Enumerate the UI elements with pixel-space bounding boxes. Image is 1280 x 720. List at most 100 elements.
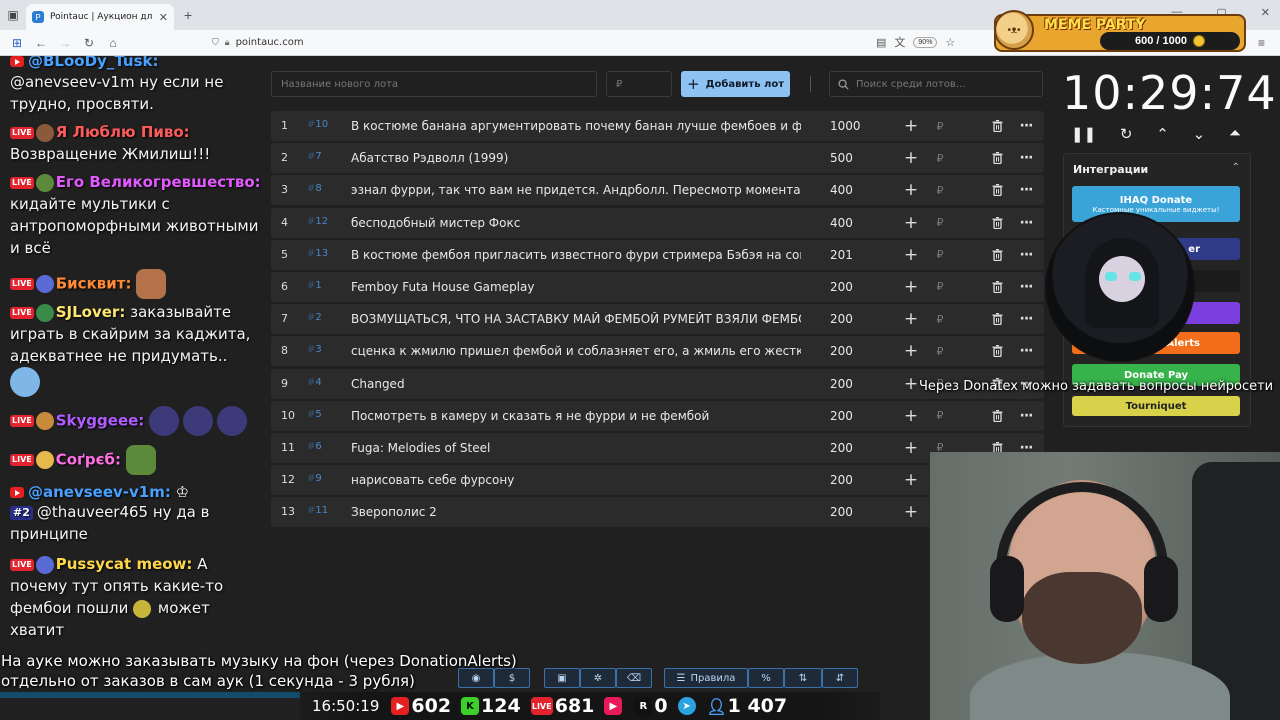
add-amount-icon[interactable]: + [900, 179, 922, 201]
more-options-icon[interactable]: ··· [1015, 405, 1037, 427]
lot-amount[interactable]: 200 [830, 344, 853, 358]
trash-icon[interactable] [986, 276, 1008, 298]
add-amount-icon[interactable]: + [900, 340, 922, 362]
trash-icon[interactable] [986, 212, 1008, 234]
lot-id[interactable]: 7 [307, 151, 321, 162]
lot-row[interactable]: 5 13 В костюме фембоя пригласить известног… [271, 239, 1044, 270]
ruble-icon[interactable]: ₽ [929, 115, 951, 137]
add-amount-icon[interactable]: + [900, 437, 922, 459]
more-options-icon[interactable]: ··· [1015, 147, 1037, 169]
forward-icon[interactable]: → [56, 34, 74, 52]
trash-icon[interactable] [986, 308, 1008, 330]
lot-id[interactable]: 3 [307, 344, 321, 355]
more-options-icon[interactable]: ··· [1015, 179, 1037, 201]
chevron-down-icon[interactable]: ⌄ [1193, 125, 1206, 143]
more-options-icon[interactable]: ··· [1015, 308, 1037, 330]
lot-name[interactable]: нарисовать себе фурсону [351, 473, 801, 487]
more-options-icon[interactable]: ··· [1015, 212, 1037, 234]
lot-id[interactable]: 11 [307, 505, 328, 516]
save-button[interactable]: ▣ [544, 668, 580, 688]
lot-name[interactable]: Зверополис 2 [351, 505, 801, 519]
lot-amount[interactable]: 500 [830, 151, 853, 165]
browser-tab[interactable]: P Pointauc | Аукцион для стримеров ✕ [26, 4, 174, 30]
collapse-chevron-icon[interactable]: ⌃ [1232, 162, 1240, 173]
donate-button[interactable]: $ [494, 668, 530, 688]
lot-amount[interactable]: 201 [830, 248, 853, 262]
lot-id[interactable]: 6 [307, 441, 321, 452]
trash-icon[interactable] [986, 147, 1008, 169]
lot-name[interactable]: Fuga: Melodies of Steel [351, 441, 801, 455]
back-icon[interactable]: ← [32, 34, 50, 52]
lot-amount[interactable]: 400 [830, 183, 853, 197]
reset-icon[interactable]: ↻ [1120, 125, 1133, 143]
lot-row[interactable]: 6 1 Femboy Futa House Gameplay 200 + ₽ ··· [271, 271, 1044, 302]
lot-amount[interactable]: 200 [830, 441, 853, 455]
trash-icon[interactable] [986, 115, 1008, 137]
lot-amount[interactable]: 200 [830, 280, 853, 294]
sort-button[interactable]: ⇵ [822, 668, 858, 688]
integration-button[interactable]: Tourniquet [1072, 396, 1240, 416]
chevron-up-icon[interactable]: ⌃ [1156, 125, 1169, 143]
extensions-icon[interactable]: ⊞ [8, 34, 26, 52]
ruble-icon[interactable]: ₽ [929, 340, 951, 362]
more-options-icon[interactable]: ··· [1015, 340, 1037, 362]
translate-icon[interactable]: 文 [894, 34, 905, 50]
reader-icon[interactable]: ▤ [876, 36, 886, 49]
lot-name[interactable]: ВОЗМУЩАТЬСЯ, ЧТО НА ЗАСТАВКУ МАЙ ФЕМБОЙ … [351, 312, 801, 326]
github-button[interactable]: ◉ [458, 668, 494, 688]
add-amount-icon[interactable]: + [900, 405, 922, 427]
split-button[interactable]: ⇅ [784, 668, 822, 688]
reload-icon[interactable]: ↻ [80, 34, 98, 52]
lot-name[interactable]: эзнал фурри, так что вам не придется. Ан… [351, 183, 801, 197]
add-amount-icon[interactable]: + [900, 276, 922, 298]
ruble-icon[interactable]: ₽ [929, 147, 951, 169]
lot-name[interactable]: бесподобный мистер Фокс [351, 216, 801, 230]
browser-menu-icon[interactable]: ≡ [1258, 36, 1265, 50]
trash-icon[interactable] [986, 405, 1008, 427]
lot-name[interactable]: Абатство Рэдволл (1999) [351, 151, 801, 165]
lot-id[interactable]: 10 [307, 119, 328, 130]
lot-amount[interactable]: 400 [830, 216, 853, 230]
lot-amount[interactable]: 200 [830, 377, 853, 391]
lot-row[interactable]: 12 9 нарисовать себе фурсону 200 + [271, 465, 1044, 496]
close-tab-icon[interactable]: ✕ [159, 11, 168, 24]
lot-name[interactable]: сценка к жмилю пришел фембой и соблазняе… [351, 344, 801, 358]
lot-row[interactable]: 10 5 Посмотреть в камеру и сказать я не фу… [271, 400, 1044, 431]
trash-icon[interactable] [986, 244, 1008, 266]
lot-amount[interactable]: 200 [830, 409, 853, 423]
rules-button[interactable]: ☰ Правила [664, 668, 748, 688]
lot-id[interactable]: 13 [307, 248, 328, 259]
ruble-icon[interactable]: ₽ [929, 179, 951, 201]
add-amount-icon[interactable]: + [900, 501, 922, 523]
lot-id[interactable]: 12 [307, 216, 328, 227]
lot-name[interactable]: В костюме фембоя пригласить известного ф… [351, 248, 801, 262]
lot-row[interactable]: 7 2 ВОЗМУЩАТЬСЯ, ЧТО НА ЗАСТАВКУ МАЙ ФЕМБО… [271, 304, 1044, 335]
double-chevron-up-icon[interactable]: ⏶ [1229, 125, 1241, 143]
lot-id[interactable]: 8 [307, 183, 321, 194]
lot-search-input[interactable]: Поиск среди лотов... [829, 71, 1043, 97]
add-lot-button[interactable]: + Добавить лот [681, 71, 790, 97]
ruble-icon[interactable]: ₽ [929, 308, 951, 330]
new-lot-input[interactable]: Название нового лота [271, 71, 597, 97]
clear-button[interactable]: ⌫ [616, 668, 652, 688]
bug-button[interactable]: ✲ [580, 668, 616, 688]
lot-row[interactable]: 3 8 эзнал фурри, так что вам не придется. … [271, 175, 1044, 206]
add-amount-icon[interactable]: + [900, 212, 922, 234]
ruble-icon[interactable]: ₽ [929, 244, 951, 266]
lot-id[interactable]: 1 [307, 280, 321, 291]
lot-id[interactable]: 4 [307, 377, 321, 388]
percent-button[interactable]: % [748, 668, 784, 688]
lot-row[interactable]: 8 3 сценка к жмилю пришел фембой и соблазн… [271, 336, 1044, 367]
bookmark-star-icon[interactable]: ☆ [945, 36, 955, 49]
url-field[interactable]: ⛉ 🔒︎ pointauc.com [212, 37, 304, 48]
lot-amount[interactable]: 200 [830, 473, 853, 487]
lot-name[interactable]: Femboy Futa House Gameplay [351, 280, 801, 294]
lot-id[interactable]: 5 [307, 409, 321, 420]
site-info-icon[interactable]: ⛉ [212, 38, 219, 48]
ruble-icon[interactable]: ₽ [929, 212, 951, 234]
trash-icon[interactable] [986, 340, 1008, 362]
pause-icon[interactable]: ❚❚ [1071, 125, 1096, 143]
add-amount-icon[interactable]: + [900, 308, 922, 330]
add-amount-icon[interactable]: + [900, 244, 922, 266]
add-amount-icon[interactable]: + [900, 115, 922, 137]
